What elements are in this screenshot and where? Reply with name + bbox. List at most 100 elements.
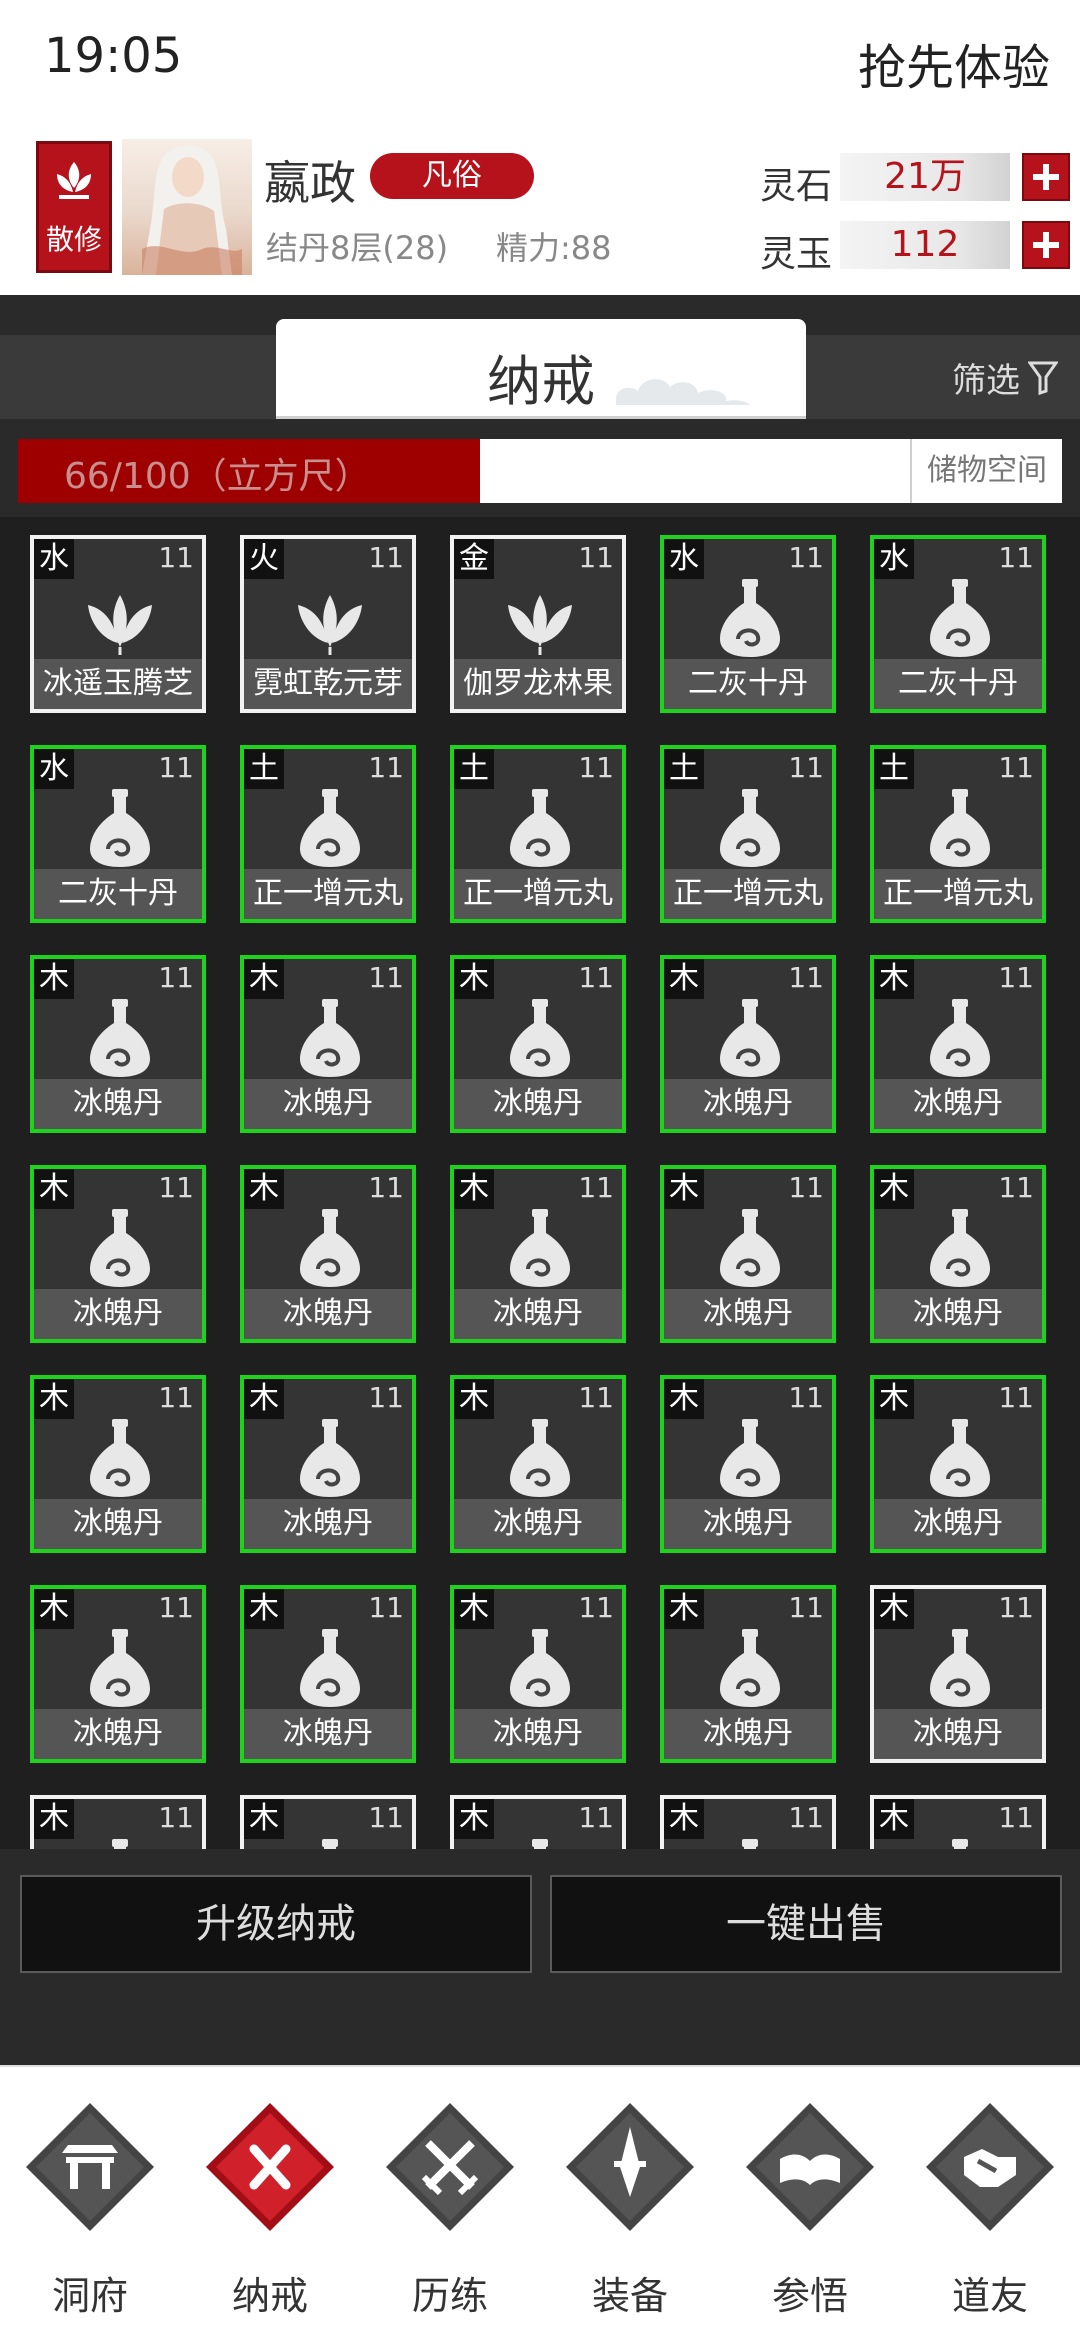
pill-bottle-icon bbox=[500, 993, 580, 1077]
inventory-slot[interactable]: 木 11 冰魄丹 bbox=[660, 1585, 836, 1763]
item-level: 11 bbox=[158, 961, 194, 994]
inventory-slot[interactable]: 土 11 正一增元丸 bbox=[450, 745, 626, 923]
inventory-slot[interactable]: 水 11 二灰十丹 bbox=[870, 535, 1046, 713]
inventory-slot[interactable]: 木 11 冰魄丹 bbox=[30, 1585, 206, 1763]
element-badge: 土 bbox=[454, 749, 494, 789]
action-bar: 升级纳戒 一键出售 bbox=[0, 1855, 1080, 2065]
inventory-slot[interactable]: 木 11 冰魄丹 bbox=[240, 1165, 416, 1343]
add-spirit-stone-button[interactable] bbox=[1022, 153, 1070, 201]
inventory-slot[interactable]: 木 11 冰魄丹 bbox=[870, 1165, 1046, 1343]
pill-bottle-icon bbox=[290, 1833, 370, 1849]
inventory-slot[interactable]: 木 11 冰魄丹 bbox=[240, 955, 416, 1133]
item-name: 冰魄丹 bbox=[874, 1499, 1042, 1549]
item-level: 11 bbox=[998, 1591, 1034, 1624]
nav-item-friends[interactable]: 道友 bbox=[910, 2097, 1070, 2327]
item-level: 11 bbox=[368, 1171, 404, 1204]
item-name: 伽罗龙林果 bbox=[454, 659, 622, 709]
nav-item-equipment[interactable]: 装备 bbox=[550, 2097, 710, 2327]
inventory-slot[interactable]: 木 11 冰魄丹 bbox=[240, 1585, 416, 1763]
element-badge: 木 bbox=[454, 959, 494, 999]
herb-icon bbox=[290, 573, 370, 657]
inventory-slot[interactable]: 金 11 伽罗龙林果 bbox=[450, 535, 626, 713]
item-level: 11 bbox=[368, 1381, 404, 1414]
inventory-slot[interactable]: 土 11 正一增元丸 bbox=[660, 745, 836, 923]
inventory-slot[interactable]: 木 11 冰魄丹 bbox=[870, 1585, 1046, 1763]
inventory-slot[interactable]: 木 11 bbox=[30, 1795, 206, 1849]
avatar[interactable] bbox=[122, 139, 252, 275]
storage-space-button[interactable]: 储物空间 bbox=[910, 439, 1062, 503]
pill-bottle-icon bbox=[710, 1413, 790, 1497]
inventory-slot[interactable]: 土 11 正一增元丸 bbox=[240, 745, 416, 923]
element-badge: 木 bbox=[244, 1589, 284, 1629]
inventory-slot[interactable]: 水 11 冰遥玉腾芝 bbox=[30, 535, 206, 713]
inventory-slot[interactable]: 木 11 冰魄丹 bbox=[660, 955, 836, 1133]
item-name: 冰魄丹 bbox=[454, 1289, 622, 1339]
inventory-slot[interactable]: 木 11 bbox=[870, 1795, 1046, 1849]
item-name: 冰魄丹 bbox=[34, 1289, 202, 1339]
inventory-slot[interactable]: 木 11 bbox=[450, 1795, 626, 1849]
element-badge: 木 bbox=[244, 1169, 284, 1209]
inventory-slot[interactable]: 木 11 冰魄丹 bbox=[30, 1165, 206, 1343]
element-badge: 木 bbox=[34, 1589, 74, 1629]
inventory-slot[interactable]: 木 11 bbox=[240, 1795, 416, 1849]
inventory-slot[interactable]: 木 11 bbox=[660, 1795, 836, 1849]
item-name: 冰魄丹 bbox=[874, 1289, 1042, 1339]
item-name: 冰魄丹 bbox=[244, 1289, 412, 1339]
element-badge: 木 bbox=[664, 1379, 704, 1419]
filter-label: 筛选 bbox=[952, 361, 1020, 401]
nav-label: 洞府 bbox=[51, 2274, 128, 2318]
item-level: 11 bbox=[578, 961, 614, 994]
element-badge: 土 bbox=[874, 749, 914, 789]
pill-bottle-icon bbox=[920, 573, 1000, 657]
player-name: 嬴政 bbox=[264, 156, 356, 210]
pill-bottle-icon bbox=[500, 1833, 580, 1849]
book-icon bbox=[746, 2103, 874, 2231]
inventory-slot[interactable]: 水 11 二灰十丹 bbox=[660, 535, 836, 713]
element-badge: 木 bbox=[34, 1799, 74, 1839]
inventory-slot[interactable]: 木 11 冰魄丹 bbox=[240, 1375, 416, 1553]
item-name: 冰魄丹 bbox=[34, 1709, 202, 1759]
nav-item-training[interactable]: 历练 bbox=[370, 2097, 530, 2327]
inventory-slot[interactable]: 火 11 霓虹乾元芽 bbox=[240, 535, 416, 713]
item-name: 冰魄丹 bbox=[244, 1079, 412, 1129]
pill-bottle-icon bbox=[290, 993, 370, 1077]
element-badge: 木 bbox=[664, 1589, 704, 1629]
inventory-slot[interactable]: 木 11 冰魄丹 bbox=[870, 955, 1046, 1133]
inventory-slot[interactable]: 木 11 冰魄丹 bbox=[450, 1585, 626, 1763]
pill-bottle-icon bbox=[80, 1623, 160, 1707]
nav-item-insight[interactable]: 参悟 bbox=[730, 2097, 890, 2327]
spirit-jade-value: 112 bbox=[840, 221, 1010, 269]
inventory-slot[interactable]: 木 11 冰魄丹 bbox=[660, 1375, 836, 1553]
sect-badge[interactable]: 散修 bbox=[36, 141, 112, 273]
pill-bottle-icon bbox=[710, 783, 790, 867]
item-level: 11 bbox=[368, 961, 404, 994]
add-spirit-jade-button[interactable] bbox=[1022, 221, 1070, 269]
gate-icon bbox=[26, 2103, 154, 2231]
inventory-slot[interactable]: 水 11 二灰十丹 bbox=[30, 745, 206, 923]
inventory-slot[interactable]: 木 11 冰魄丹 bbox=[450, 955, 626, 1133]
inventory-slot[interactable]: 木 11 冰魄丹 bbox=[30, 1375, 206, 1553]
inventory-grid-area[interactable]: 水 11 冰遥玉腾芝火 11 霓虹乾元芽金 11 伽罗龙林果水 11 二灰十丹水 11 二灰十丹水 1… bbox=[0, 517, 1080, 1849]
inventory-slot[interactable]: 木 11 冰魄丹 bbox=[30, 955, 206, 1133]
item-level: 11 bbox=[788, 541, 824, 574]
pill-bottle-icon bbox=[500, 1203, 580, 1287]
element-badge: 木 bbox=[664, 1169, 704, 1209]
inventory-slot[interactable]: 木 11 冰魄丹 bbox=[870, 1375, 1046, 1553]
inventory-slot[interactable]: 木 11 冰魄丹 bbox=[660, 1165, 836, 1343]
item-level: 11 bbox=[578, 1171, 614, 1204]
nav-item-cave[interactable]: 洞府 bbox=[10, 2097, 170, 2327]
inventory-slot[interactable]: 木 11 冰魄丹 bbox=[450, 1165, 626, 1343]
filter-button[interactable]: 筛选 bbox=[952, 353, 1058, 402]
upgrade-ring-button[interactable]: 升级纳戒 bbox=[20, 1875, 532, 1973]
sell-all-button[interactable]: 一键出售 bbox=[550, 1875, 1062, 1973]
inventory-slot[interactable]: 木 11 冰魄丹 bbox=[450, 1375, 626, 1553]
item-level: 11 bbox=[788, 751, 824, 784]
element-badge: 火 bbox=[244, 539, 284, 579]
inventory-slot[interactable]: 土 11 正一增元丸 bbox=[870, 745, 1046, 923]
item-level: 11 bbox=[788, 1801, 824, 1834]
early-access-label[interactable]: 抢先体验 bbox=[858, 28, 1050, 98]
item-name: 冰魄丹 bbox=[664, 1499, 832, 1549]
tab-ring[interactable]: 纳戒 bbox=[276, 319, 806, 419]
capacity-bar: 66/100（立方尺） 储物空间 bbox=[18, 439, 1062, 503]
nav-item-ring[interactable]: 纳戒 bbox=[190, 2097, 350, 2327]
